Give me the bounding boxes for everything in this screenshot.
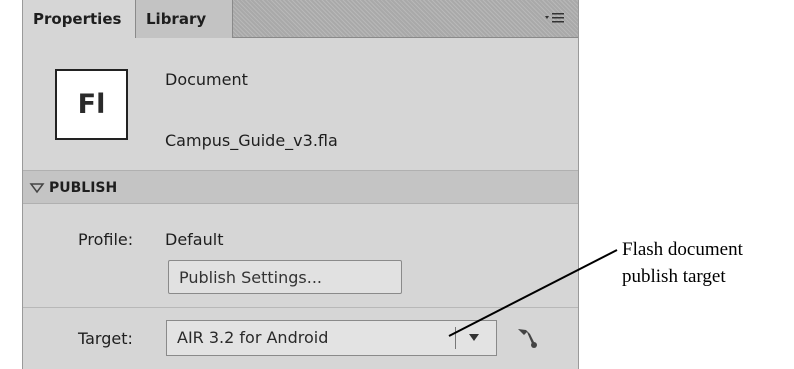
document-section: Fl Document Campus_Guide_v3.fla [23,38,578,170]
divider [23,307,578,308]
panel-menu-icon[interactable] [544,10,566,26]
triangle-down-icon [29,183,45,194]
profile-value: Default [165,230,224,249]
target-dropdown-value: AIR 3.2 for Android [177,328,329,347]
publish-section-title: PUBLISH [49,180,118,196]
callout-line-1: Flash document [622,239,743,260]
document-file-name: Campus_Guide_v3.fla [165,131,338,150]
callout-line-2: publish target [622,266,726,287]
callout-annotation: Flash document publish target [622,236,794,290]
dropdown-separator [455,327,456,349]
tab-library[interactable]: Library [136,0,233,38]
tab-properties[interactable]: Properties [23,0,136,38]
publish-settings-button[interactable]: Publish Settings... [168,260,402,294]
properties-panel: Properties Library Fl Document Campus_Gu… [22,0,579,369]
wrench-icon[interactable] [513,324,541,352]
tab-bar: Properties Library [23,0,578,38]
flash-document-icon: Fl [55,69,128,140]
target-label: Target: [78,329,133,348]
flash-icon-label: Fl [77,89,106,120]
target-dropdown[interactable]: AIR 3.2 for Android [166,320,497,356]
profile-label: Profile: [78,230,134,249]
publish-section-header[interactable]: PUBLISH [23,170,578,204]
document-type-label: Document [165,70,248,89]
chevron-down-icon [469,334,479,341]
